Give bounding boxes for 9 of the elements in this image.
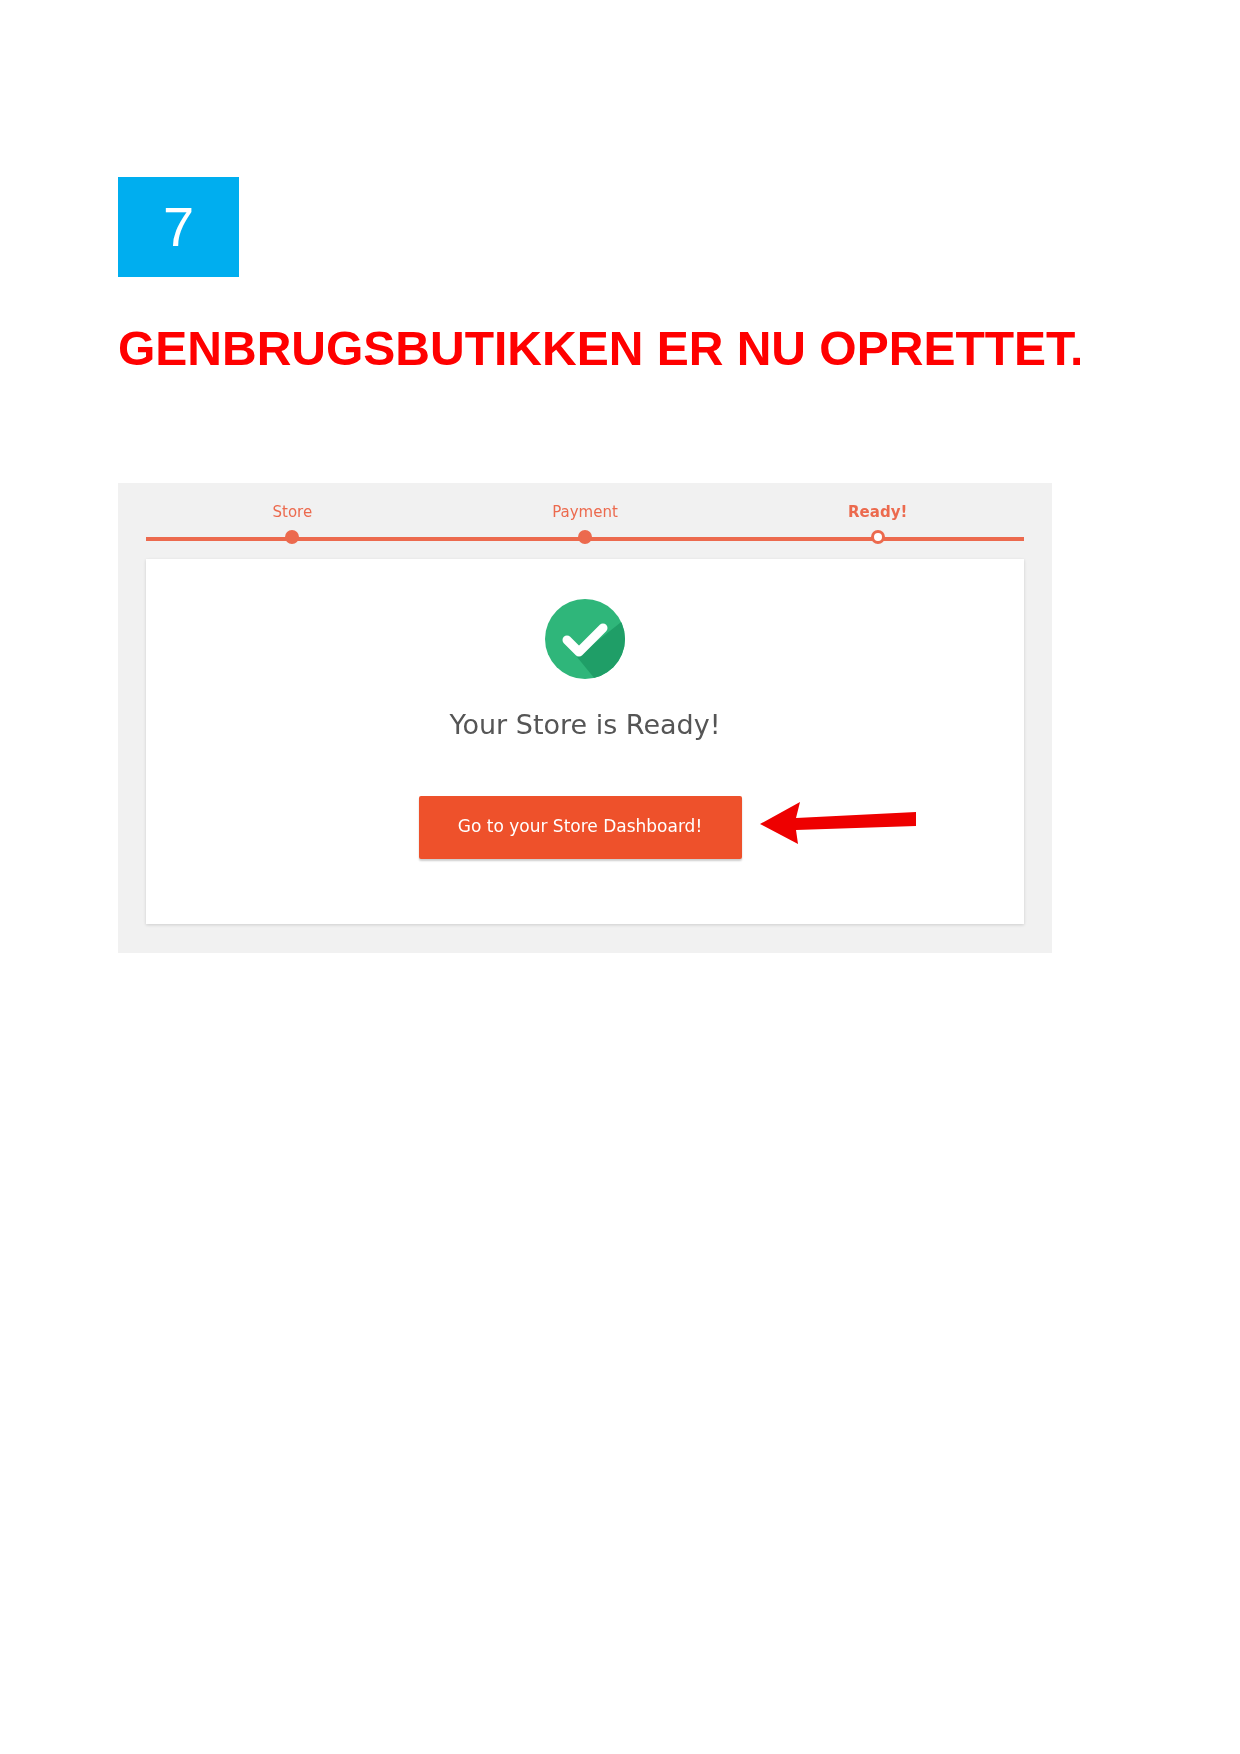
check-circle-icon [545,599,625,679]
step-label: Payment [552,502,618,523]
dashboard-button[interactable]: Go to your Store Dashboard! [418,795,742,859]
step-label: Store [272,502,313,523]
step-label: Ready! [848,502,908,523]
ready-title: Your Store is Ready! [449,708,721,742]
arrow-icon [760,799,916,844]
step-number-badge: 7 [118,177,239,277]
page-heading: GENBRUGSBUTIKKEN ER NU OPRETTET. [118,325,1085,373]
